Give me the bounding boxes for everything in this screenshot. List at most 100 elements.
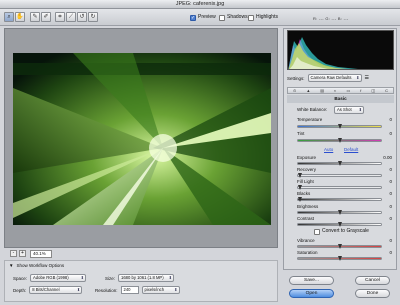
shadows-label: Shadows — [227, 14, 248, 20]
tab-presets[interactable]: C — [385, 88, 388, 93]
auto-link[interactable]: Auto — [324, 147, 333, 152]
preview-image[interactable] — [13, 53, 271, 225]
exposure-slider[interactable] — [297, 161, 382, 166]
zoom-out-button[interactable]: - — [10, 250, 17, 257]
blacks-value[interactable]: 0 — [389, 191, 392, 196]
tab-basic[interactable]: ⊙ — [293, 88, 296, 93]
temperature-value[interactable]: 0 — [389, 117, 392, 122]
depth-row: Depth: 8 Bits/Channel — [13, 286, 83, 294]
slider-thumb[interactable] — [338, 161, 342, 166]
hand-tool-icon[interactable]: ✋ — [15, 12, 25, 22]
settings-select[interactable]: Camera Raw Defaults — [307, 74, 362, 82]
exposure-value[interactable]: 0.00 — [383, 155, 392, 160]
open-button[interactable]: Open — [289, 289, 334, 298]
size-select[interactable]: 1680 by 1061 (1.8 MP) — [118, 274, 175, 282]
zoom-level-select[interactable]: 40.1% — [30, 250, 52, 258]
saturation-slider[interactable] — [297, 256, 382, 261]
size-label: Size: — [105, 275, 116, 281]
fill-light-slider[interactable] — [297, 185, 382, 190]
saturation-label: Saturation — [297, 250, 318, 255]
contrast-value[interactable]: 0 — [389, 216, 392, 221]
cancel-button[interactable]: Cancel — [355, 276, 390, 285]
vibrance-slider[interactable] — [297, 244, 382, 249]
preview-checkbox[interactable]: ✓ Preview — [190, 14, 216, 21]
crop-tool-icon[interactable]: ⌗ — [55, 12, 65, 22]
rotate-right-icon[interactable]: ↻ — [88, 12, 98, 22]
preview-label: Preview — [198, 14, 216, 20]
rgb-readout: R: --- G: --- B: --- — [313, 16, 349, 21]
contrast-slider[interactable] — [297, 222, 382, 227]
workflow-options: ▼ Show Workflow Options Space: Adobe RGB… — [4, 260, 278, 302]
zoom-bar: - + 40.1% — [4, 249, 278, 259]
fill-light-value[interactable]: 0 — [389, 179, 392, 184]
space-select[interactable]: Adobe RGB (1998) — [30, 274, 87, 282]
color-sampler-tool-icon[interactable]: ✐ — [41, 12, 51, 22]
preview-area[interactable] — [4, 28, 278, 248]
done-button[interactable]: Done — [355, 289, 390, 298]
slider-thumb[interactable] — [298, 173, 302, 178]
slider-thumb[interactable] — [298, 185, 302, 190]
resolution-input[interactable]: 240 — [120, 286, 139, 294]
depth-select[interactable]: 8 Bits/Channel — [29, 286, 83, 294]
slider-thumb[interactable] — [338, 244, 342, 249]
blacks-label: Blacks — [297, 191, 311, 196]
shadows-box — [219, 14, 225, 21]
brightness-value[interactable]: 0 — [389, 204, 392, 209]
section-title: Basic — [287, 95, 394, 103]
settings-menu-icon[interactable]: ☰ — [365, 75, 369, 81]
vibrance-value[interactable]: 0 — [389, 238, 392, 243]
zoom-in-button[interactable]: + — [19, 250, 26, 257]
tint-slider[interactable] — [297, 138, 382, 143]
tab-split-toning[interactable]: ▭ — [346, 88, 350, 93]
contrast-label: Contrast — [297, 216, 315, 221]
tint-label: Tint — [297, 131, 305, 136]
default-link[interactable]: Default — [344, 147, 358, 152]
fill-light-label: Fill Light — [297, 179, 314, 184]
brightness-label: Brightness — [297, 204, 319, 209]
highlights-checkbox[interactable]: Highlights — [248, 14, 278, 21]
blacks-slider[interactable] — [297, 197, 382, 202]
tab-lens[interactable]: f — [360, 88, 361, 93]
slider-thumb[interactable] — [338, 256, 342, 261]
recovery-label: Recovery — [297, 167, 317, 172]
show-workflow-label: Show Workflow Options — [16, 263, 65, 268]
slider-thumb[interactable] — [298, 197, 302, 202]
window-title: JPEG: caferenix.jpg — [0, 0, 400, 9]
resolution-label: Resolution: — [95, 287, 118, 293]
slider-thumb[interactable] — [338, 138, 342, 143]
save-button[interactable]: Save... — [289, 276, 334, 285]
slider-thumb[interactable] — [338, 124, 342, 129]
recovery-value[interactable]: 0 — [389, 167, 392, 172]
tint-value[interactable]: 0 — [389, 131, 392, 136]
show-workflow-toggle[interactable]: ▼ Show Workflow Options — [9, 263, 64, 268]
saturation-value[interactable]: 0 — [389, 250, 392, 255]
white-balance-select[interactable]: As Shot — [334, 106, 364, 114]
slider-thumb[interactable] — [338, 210, 342, 215]
straighten-tool-icon[interactable]: ⟋ — [66, 12, 76, 22]
tab-tone-curve[interactable]: ▲ — [306, 88, 310, 93]
panel-tabs: ⊙ ▲ ▤ ◐ ▭ f ◫ C — [287, 87, 394, 94]
shadows-checkbox[interactable]: Shadows — [219, 14, 248, 21]
temperature-label: Temperature — [297, 117, 323, 122]
temperature-slider[interactable] — [297, 124, 382, 129]
recovery-slider[interactable] — [297, 173, 382, 178]
space-label: Space: — [13, 275, 28, 281]
space-row: Space: Adobe RGB (1998) — [13, 274, 87, 282]
settings-label: Settings: — [287, 75, 305, 81]
disclosure-triangle-icon: ▼ — [9, 263, 14, 268]
tab-hsl[interactable]: ◐ — [334, 88, 336, 93]
highlights-label: Highlights — [256, 14, 278, 20]
white-balance-tool-icon[interactable]: ✎ — [30, 12, 40, 22]
brightness-slider[interactable] — [297, 210, 382, 215]
highlights-box — [248, 14, 254, 21]
zoom-tool-icon[interactable]: ⌕ — [4, 12, 14, 22]
slider-thumb[interactable] — [338, 222, 342, 227]
tab-calibration[interactable]: ◫ — [371, 88, 375, 93]
grayscale-checkbox[interactable]: Convert to Grayscale — [314, 228, 369, 235]
depth-label: Depth: — [13, 287, 27, 293]
resolution-unit-select[interactable]: pixels/inch — [141, 286, 180, 294]
rotate-left-icon[interactable]: ↺ — [77, 12, 87, 22]
settings-row: Settings: Camera Raw Defaults ☰ — [287, 74, 369, 82]
grayscale-label: Convert to Grayscale — [322, 228, 369, 234]
tab-detail[interactable]: ▤ — [320, 88, 324, 93]
